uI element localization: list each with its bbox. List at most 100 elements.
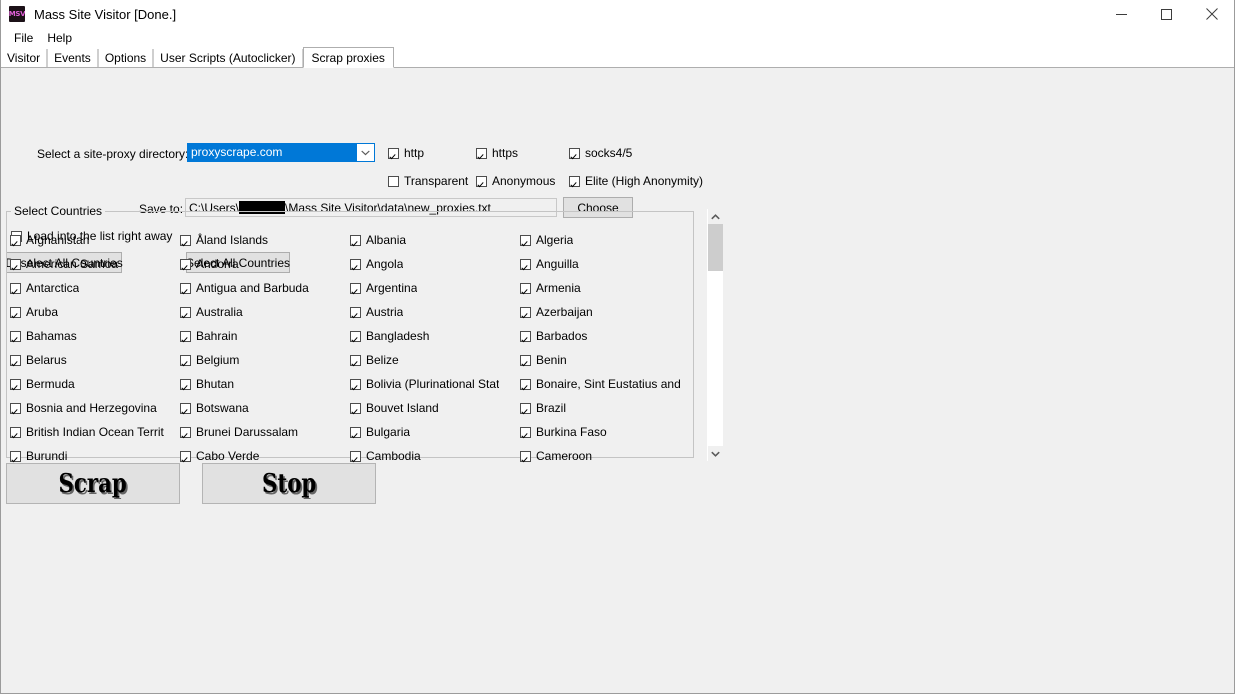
checkbox-box — [10, 379, 21, 390]
country-label: Brazil — [536, 401, 566, 415]
scrollbar-track[interactable] — [708, 224, 723, 446]
tab-strip: Visitor Events Options User Scripts (Aut… — [1, 48, 1234, 68]
checkbox-elite[interactable]: Elite (High Anonymity) — [569, 174, 703, 188]
checkbox-https[interactable]: https — [476, 146, 518, 160]
checkbox-transparent-label: Transparent — [404, 174, 468, 188]
checkbox-box — [520, 379, 531, 390]
tab-visitor[interactable]: Visitor — [1, 49, 47, 67]
countries-scrollbar[interactable] — [707, 209, 723, 461]
country-checkbox-benin[interactable]: Benin — [520, 348, 690, 372]
country-checkbox-bangladesh[interactable]: Bangladesh — [350, 324, 520, 348]
country-label: Bhutan — [196, 377, 234, 391]
checkbox-box — [350, 427, 361, 438]
country-checkbox-barbados[interactable]: Barbados — [520, 324, 690, 348]
menu-bar: File Help — [1, 28, 1234, 48]
checkbox-https-label: https — [492, 146, 518, 160]
checkbox-transparent[interactable]: Transparent — [388, 174, 468, 188]
country-checkbox-afghanistan[interactable]: Afghanistan — [10, 228, 180, 252]
checkbox-box — [10, 451, 21, 462]
country-checkbox-botswana[interactable]: Botswana — [180, 396, 350, 420]
country-checkbox-albania[interactable]: Albania — [350, 228, 520, 252]
checkbox-box — [520, 259, 531, 270]
country-checkbox-american-samoa[interactable]: American Samoa — [10, 252, 180, 276]
country-checkbox-austria[interactable]: Austria — [350, 300, 520, 324]
country-checkbox-bermuda[interactable]: Bermuda — [10, 372, 180, 396]
country-label: Aruba — [26, 305, 58, 319]
checkbox-socks[interactable]: socks4/5 — [569, 146, 632, 160]
country-checkbox-antarctica[interactable]: Antarctica — [10, 276, 180, 300]
country-checkbox-bahrain[interactable]: Bahrain — [180, 324, 350, 348]
country-checkbox-belarus[interactable]: Belarus — [10, 348, 180, 372]
scrollbar-up-button[interactable] — [708, 209, 723, 224]
country-checkbox-cameroon[interactable]: Cameroon — [520, 444, 690, 468]
country-checkbox-bosnia-and-herzegovina[interactable]: Bosnia and Herzegovina — [10, 396, 180, 420]
checkbox-box — [180, 259, 191, 270]
tab-options[interactable]: Options — [98, 49, 153, 67]
country-label: Benin — [536, 353, 567, 367]
tab-user-scripts[interactable]: User Scripts (Autoclicker) — [153, 49, 302, 67]
country-checkbox-armenia[interactable]: Armenia — [520, 276, 690, 300]
checkbox-box — [180, 379, 191, 390]
country-checkbox-brunei-darussalam[interactable]: Brunei Darussalam — [180, 420, 350, 444]
country-label: Bolivia (Plurinational Stat — [366, 377, 499, 391]
country-checkbox-angola[interactable]: Angola — [350, 252, 520, 276]
country-label: Andorra — [196, 257, 239, 271]
country-checkbox-brazil[interactable]: Brazil — [520, 396, 690, 420]
checkbox-box — [520, 355, 531, 366]
country-checkbox-bonaire[interactable]: Bonaire, Sint Eustatius and — [520, 372, 690, 396]
country-checkbox-andorra[interactable]: Andorra — [180, 252, 350, 276]
country-label: Barbados — [536, 329, 587, 343]
country-label: Angola — [366, 257, 403, 271]
country-checkbox-aland-islands[interactable]: Åland Islands — [180, 228, 350, 252]
country-label: American Samoa — [26, 257, 118, 271]
checkbox-http[interactable]: http — [388, 146, 424, 160]
checkbox-box — [10, 355, 21, 366]
country-checkbox-antigua-and-barbuda[interactable]: Antigua and Barbuda — [180, 276, 350, 300]
country-label: Bahrain — [196, 329, 237, 343]
minimize-button[interactable] — [1099, 0, 1144, 28]
checkbox-box — [180, 235, 191, 246]
scrap-button-label: Scrap — [59, 471, 127, 497]
country-label: Cameroon — [536, 449, 592, 463]
checkbox-anonymous[interactable]: Anonymous — [476, 174, 555, 188]
country-checkbox-bhutan[interactable]: Bhutan — [180, 372, 350, 396]
country-checkbox-australia[interactable]: Australia — [180, 300, 350, 324]
country-checkbox-burkina-faso[interactable]: Burkina Faso — [520, 420, 690, 444]
checkbox-http-label: http — [404, 146, 424, 160]
country-checkbox-belize[interactable]: Belize — [350, 348, 520, 372]
country-checkbox-aruba[interactable]: Aruba — [10, 300, 180, 324]
country-label: Brunei Darussalam — [196, 425, 298, 439]
scrollbar-down-button[interactable] — [708, 446, 723, 461]
country-label: Bouvet Island — [366, 401, 439, 415]
country-label: Bangladesh — [366, 329, 429, 343]
country-label: Botswana — [196, 401, 249, 415]
stop-button[interactable]: Stop — [202, 463, 376, 504]
country-checkbox-anguilla[interactable]: Anguilla — [520, 252, 690, 276]
country-checkbox-bouvet-island[interactable]: Bouvet Island — [350, 396, 520, 420]
country-checkbox-argentina[interactable]: Argentina — [350, 276, 520, 300]
country-checkbox-british-indian-ocean-territory[interactable]: British Indian Ocean Territ — [10, 420, 180, 444]
country-checkbox-azerbaijan[interactable]: Azerbaijan — [520, 300, 690, 324]
checkbox-box — [350, 331, 361, 342]
menu-item-help[interactable]: Help — [40, 29, 79, 47]
scrollbar-thumb[interactable] — [708, 224, 723, 271]
country-checkbox-bolivia[interactable]: Bolivia (Plurinational Stat — [350, 372, 520, 396]
checkbox-box — [180, 403, 191, 414]
country-checkbox-bulgaria[interactable]: Bulgaria — [350, 420, 520, 444]
checkbox-socks-box — [569, 148, 580, 159]
close-button[interactable] — [1189, 0, 1234, 28]
country-checkbox-algeria[interactable]: Algeria — [520, 228, 690, 252]
checkbox-elite-label: Elite (High Anonymity) — [585, 174, 703, 188]
country-label: Belgium — [196, 353, 239, 367]
site-proxy-directory-select[interactable]: proxyscrape.com — [187, 143, 375, 162]
country-checkbox-belgium[interactable]: Belgium — [180, 348, 350, 372]
checkbox-box — [350, 235, 361, 246]
checkbox-transparent-box — [388, 176, 399, 187]
menu-item-file[interactable]: File — [7, 29, 40, 47]
maximize-button[interactable] — [1144, 0, 1189, 28]
country-checkbox-bahamas[interactable]: Bahamas — [10, 324, 180, 348]
tab-events[interactable]: Events — [47, 49, 98, 67]
scrap-button[interactable]: Scrap — [6, 463, 180, 504]
tab-scrap-proxies[interactable]: Scrap proxies — [303, 47, 394, 68]
checkbox-box — [10, 427, 21, 438]
